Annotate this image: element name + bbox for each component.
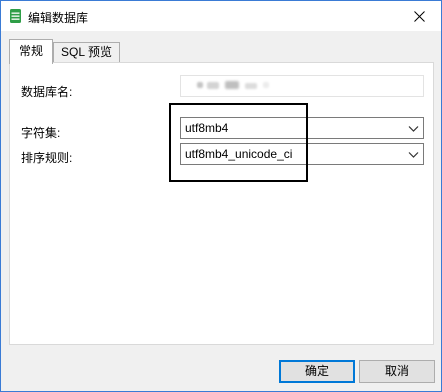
charset-select[interactable]: utf8mb4 xyxy=(180,117,424,139)
chevron-down-icon xyxy=(408,126,419,132)
collation-label: 排序规则: xyxy=(21,151,73,165)
charset-value: utf8mb4 xyxy=(185,121,229,135)
tab-sql-preview[interactable]: SQL 预览 xyxy=(53,42,120,63)
charset-label: 字符集: xyxy=(21,126,61,140)
collation-select[interactable]: utf8mb4_unicode_ci xyxy=(180,143,424,165)
database-icon xyxy=(10,9,21,23)
close-button[interactable] xyxy=(397,1,441,31)
close-icon xyxy=(413,10,425,22)
ok-button[interactable]: 确定 xyxy=(279,360,355,383)
edit-database-dialog: 编辑数据库 常规 SQL 预览 数据库名: 字符集: utf8mb4 排序规则:… xyxy=(0,0,442,392)
title-bar: 编辑数据库 xyxy=(1,1,441,31)
window-title: 编辑数据库 xyxy=(28,11,89,25)
collation-value: utf8mb4_unicode_ci xyxy=(185,147,293,161)
chevron-down-icon xyxy=(408,152,419,158)
tab-general[interactable]: 常规 xyxy=(9,39,53,64)
database-name-input[interactable] xyxy=(180,75,424,97)
database-name-label: 数据库名: xyxy=(21,85,73,99)
cancel-button[interactable]: 取消 xyxy=(359,360,435,383)
general-panel: 数据库名: 字符集: utf8mb4 排序规则: utf8mb4_unicode… xyxy=(9,62,434,345)
